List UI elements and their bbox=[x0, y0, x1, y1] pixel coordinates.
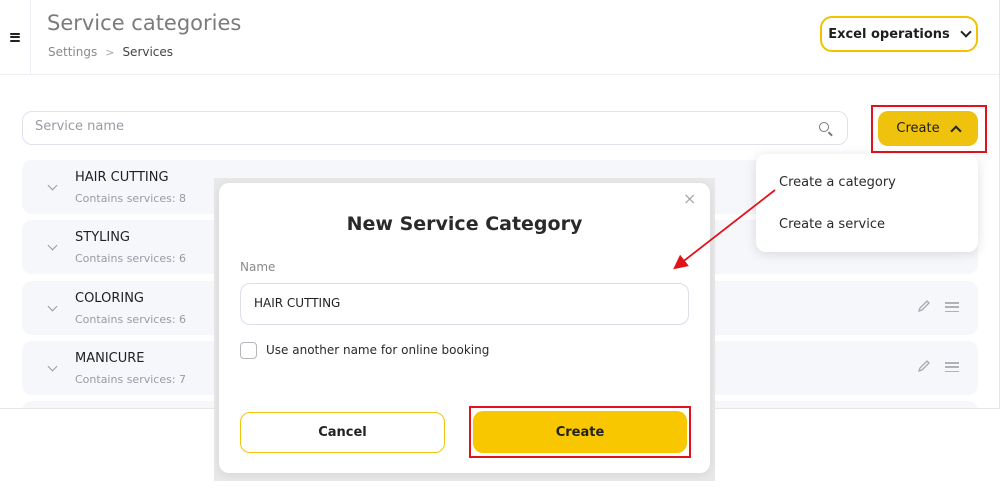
category-name: COLORING bbox=[75, 291, 144, 306]
search-input[interactable] bbox=[35, 119, 795, 134]
pencil-icon[interactable] bbox=[917, 359, 931, 373]
excel-operations-label: Excel operations bbox=[828, 26, 950, 42]
cancel-button[interactable]: Cancel bbox=[240, 412, 445, 453]
category-count: Contains services: 7 bbox=[75, 373, 187, 386]
page: Service categories Settings > Services E… bbox=[0, 0, 1000, 493]
hamburger-icon bbox=[10, 32, 20, 42]
breadcrumb: Settings > Services bbox=[48, 45, 173, 59]
name-label: Name bbox=[240, 260, 276, 274]
drag-handle-icon[interactable] bbox=[945, 362, 959, 372]
close-icon[interactable]: × bbox=[683, 189, 696, 208]
highlight-box bbox=[871, 105, 987, 153]
category-name: MANICURE bbox=[75, 351, 145, 366]
header: Service categories Settings > Services E… bbox=[0, 0, 999, 75]
name-input[interactable] bbox=[254, 296, 674, 310]
menu-button[interactable] bbox=[0, 0, 31, 74]
drag-handle-icon[interactable] bbox=[945, 302, 959, 312]
pencil-icon[interactable] bbox=[917, 299, 931, 313]
category-name: HAIR CUTTING bbox=[75, 170, 169, 185]
search-box[interactable] bbox=[22, 111, 848, 145]
chevron-down-icon[interactable] bbox=[47, 240, 58, 251]
menu-item-create-category[interactable]: Create a category bbox=[779, 175, 896, 190]
chevron-down-icon bbox=[960, 26, 972, 38]
category-count: Contains services: 6 bbox=[75, 313, 187, 326]
breadcrumb-separator: > bbox=[105, 45, 115, 59]
page-title: Service categories bbox=[47, 11, 242, 35]
breadcrumb-settings[interactable]: Settings bbox=[48, 45, 97, 59]
search-icon[interactable] bbox=[819, 122, 829, 132]
dialog-title: New Service Category bbox=[346, 213, 583, 235]
menu-item-create-service[interactable]: Create a service bbox=[779, 217, 885, 232]
name-field[interactable] bbox=[240, 283, 689, 325]
create-dropdown-menu: Create a category Create a service bbox=[756, 154, 978, 252]
chevron-down-icon[interactable] bbox=[47, 361, 58, 372]
category-count: Contains services: 8 bbox=[75, 192, 187, 205]
chevron-down-icon[interactable] bbox=[47, 180, 58, 191]
category-name: STYLING bbox=[75, 230, 131, 245]
breadcrumb-services: Services bbox=[122, 45, 174, 59]
highlight-box bbox=[469, 406, 691, 458]
category-count: Contains services: 6 bbox=[75, 252, 187, 265]
excel-operations-button[interactable]: Excel operations bbox=[820, 16, 978, 52]
online-booking-label: Use another name for online booking bbox=[266, 343, 490, 357]
online-booking-checkbox[interactable] bbox=[240, 342, 257, 359]
chevron-down-icon[interactable] bbox=[47, 301, 58, 312]
